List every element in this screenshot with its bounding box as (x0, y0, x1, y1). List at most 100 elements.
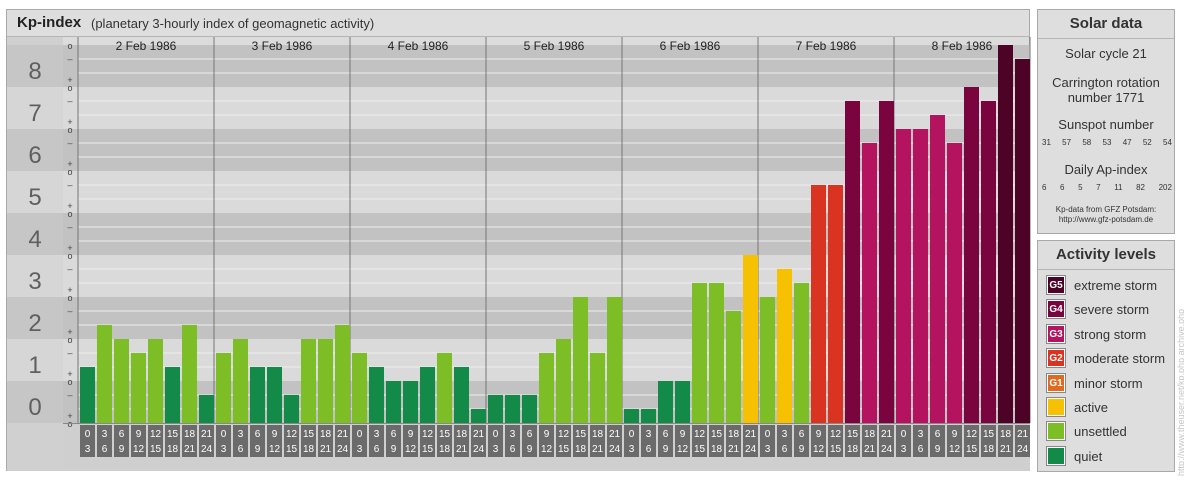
interval-label-start: 6 (255, 429, 261, 440)
interval-label-end: 21 (456, 444, 468, 455)
data-source-link[interactable]: http://www.gfz-potsdam.de (1038, 215, 1174, 225)
interval-label-end: 6 (374, 444, 380, 455)
interval-label-end: 3 (221, 444, 227, 455)
interval-label-end: 15 (694, 444, 706, 455)
interval-label-start: 3 (510, 429, 516, 440)
interval-label-end: 6 (782, 444, 788, 455)
minor-tick-label: + (67, 159, 72, 169)
credit-text: http://www.theuser.net/kp.php archive.ph… (1176, 308, 1184, 476)
kp-bar (862, 142, 877, 423)
legend-label: severe storm (1074, 301, 1150, 317)
kp-bar (692, 283, 707, 423)
ap-index-title: Daily Ap-index (1064, 162, 1148, 177)
interval-label-end: 24 (1017, 444, 1029, 455)
kp-chart: +–o+–o+–o+–o+–o+–o+–o+–o+–oo01234567892 … (7, 16, 1031, 471)
sunspot-value: 58 (1082, 138, 1092, 147)
interval-label-start: 18 (320, 429, 332, 440)
legend-swatch: G2 (1046, 348, 1066, 368)
minor-tick-label: – (67, 96, 72, 106)
interval-label-start: 21 (473, 429, 485, 440)
interval-label-end: 21 (864, 444, 876, 455)
interval-label-end: 24 (201, 444, 213, 455)
kp-bar (947, 142, 962, 423)
interval-label-end: 6 (646, 444, 652, 455)
minor-tick-label: – (67, 138, 72, 148)
interval-label-start: 21 (337, 429, 349, 440)
interval-label-start: 6 (799, 429, 805, 440)
kp-bar (97, 325, 112, 423)
kp-bar (420, 367, 435, 423)
kp-bar (488, 394, 503, 423)
kp-bar (590, 352, 605, 423)
kp-bar (199, 394, 214, 423)
kp-bar (981, 100, 996, 424)
interval-label-start: 0 (901, 429, 907, 440)
interval-label-start: 15 (575, 429, 587, 440)
interval-label-start: 21 (745, 429, 757, 440)
interval-label-end: 3 (493, 444, 499, 455)
interval-label-end: 24 (473, 444, 485, 455)
sunspot-numbers: 31 57 58 53 47 52 54 (1042, 138, 1172, 147)
kp-bar (743, 255, 758, 423)
minor-tick-label: – (67, 306, 72, 316)
kp-bar (352, 352, 367, 423)
interval-label-start: 0 (221, 429, 227, 440)
legend-title: Activity levels (1038, 241, 1174, 270)
interval-label-end: 15 (558, 444, 570, 455)
interval-label-start: 6 (527, 429, 533, 440)
ap-value: 6 (1060, 183, 1065, 192)
sunspot-value: 53 (1102, 138, 1112, 147)
interval-label-end: 15 (286, 444, 298, 455)
kp-bar (131, 352, 146, 423)
minor-tick-label: + (67, 117, 72, 127)
y-tick-label: 7 (28, 100, 41, 127)
sunspot-value: 47 (1122, 138, 1132, 147)
kp-bar (437, 352, 452, 423)
interval-label-end: 15 (830, 444, 842, 455)
interval-label-end: 6 (102, 444, 108, 455)
y-tick-label: 2 (28, 310, 41, 337)
kp-bar (777, 268, 792, 423)
interval-label-end: 6 (510, 444, 516, 455)
legend-item-g3: G3 strong storm (1046, 324, 1146, 344)
interval-label-end: 9 (527, 444, 533, 455)
kp-bar (250, 367, 265, 423)
interval-label-end: 18 (847, 444, 859, 455)
kp-bar (216, 352, 231, 423)
ap-value: 11 (1114, 183, 1123, 192)
kp-bar (318, 339, 333, 423)
y-tick-label: 1 (28, 352, 41, 379)
legend-item-g1: G1 minor storm (1046, 373, 1143, 393)
interval-label-start: 6 (663, 429, 669, 440)
sunspot-value: 57 (1062, 138, 1072, 147)
kp-bar (335, 325, 350, 423)
interval-label-end: 12 (677, 444, 689, 455)
kp-bar (556, 339, 571, 423)
minor-tick-label: – (67, 264, 72, 274)
minor-tick-label: – (67, 180, 72, 190)
legend-item-g5: G5 extreme storm (1046, 275, 1158, 295)
interval-label-end: 3 (85, 444, 91, 455)
chart-title: Kp-index (17, 14, 82, 31)
interval-label-end: 12 (949, 444, 961, 455)
kp-bar (964, 87, 979, 423)
interval-label-end: 21 (320, 444, 332, 455)
interval-label-start: 12 (694, 429, 706, 440)
minor-tick-label: + (67, 369, 72, 379)
interval-label-start: 9 (408, 429, 414, 440)
legend-swatch (1046, 421, 1066, 441)
kp-bar (522, 394, 537, 423)
y-tick-label: 3 (28, 268, 41, 295)
day-label: 2 Feb 1986 (116, 39, 177, 53)
interval-label-end: 18 (167, 444, 179, 455)
interval-label-end: 12 (269, 444, 281, 455)
interval-label-end: 3 (629, 444, 635, 455)
interval-label-end: 15 (966, 444, 978, 455)
interval-label-end: 15 (150, 444, 162, 455)
legend-label: extreme storm (1074, 277, 1158, 293)
legend-swatch: G3 (1046, 324, 1066, 344)
interval-label-start: 12 (830, 429, 842, 440)
interval-label-start: 18 (1000, 429, 1012, 440)
kp-bar (182, 325, 197, 423)
minor-tick-label: + (67, 243, 72, 253)
